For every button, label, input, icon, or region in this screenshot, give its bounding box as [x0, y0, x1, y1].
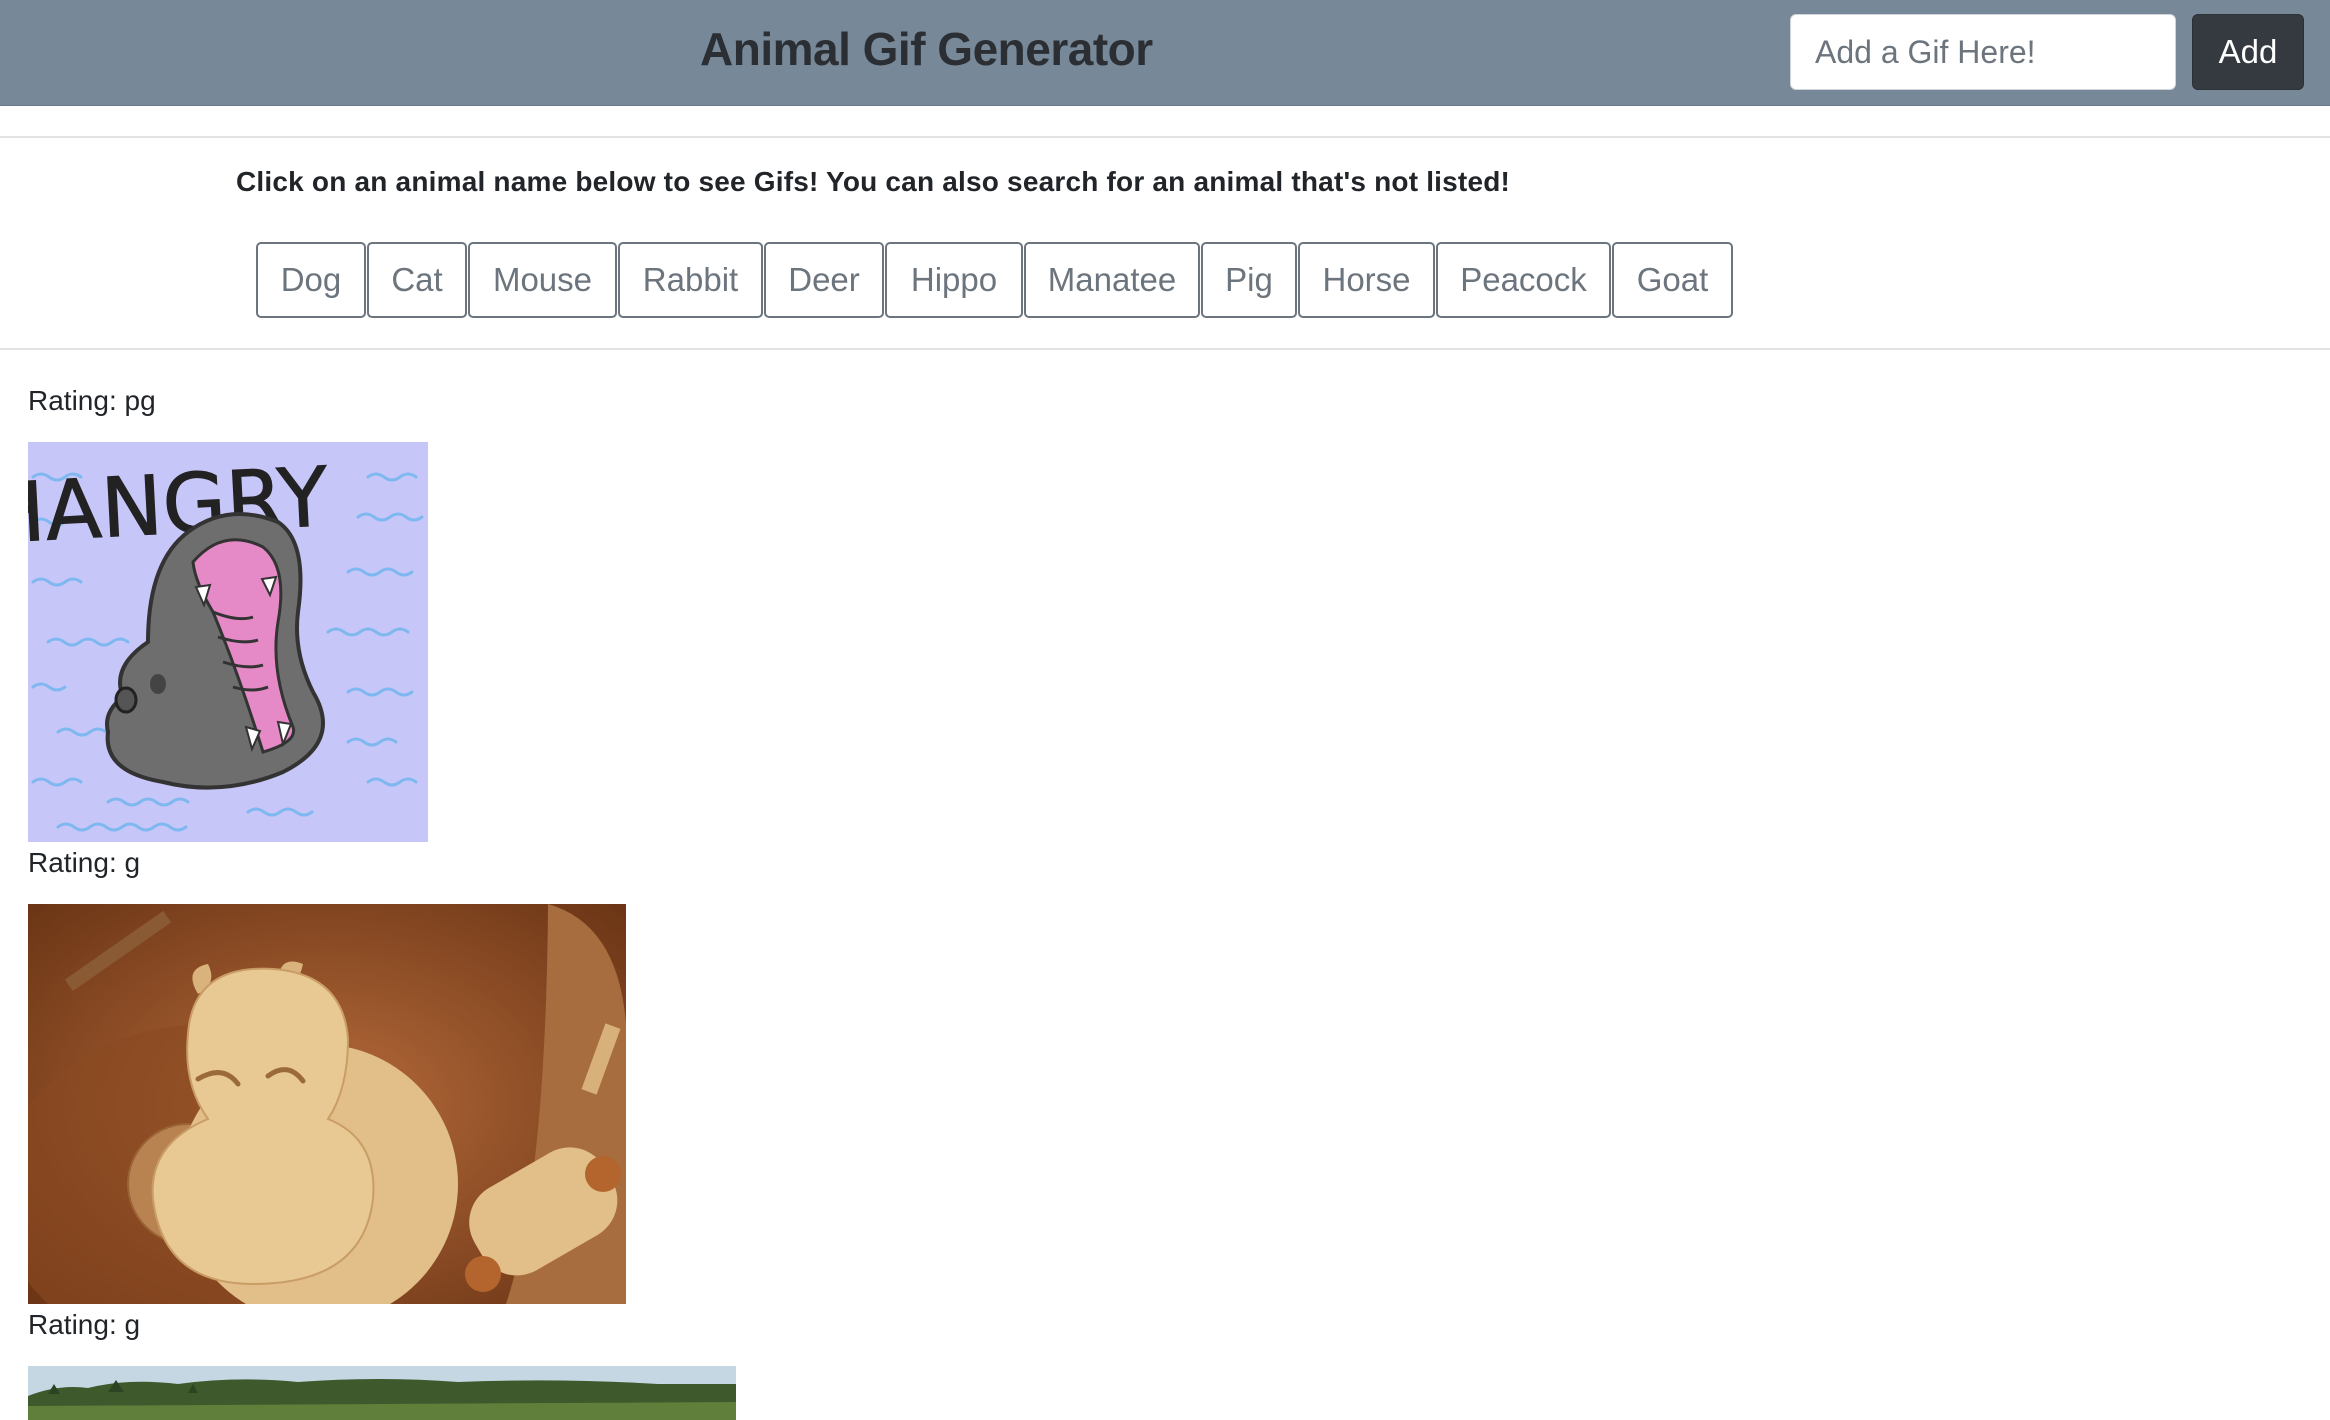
instructions-text: Click on an animal name below to see Gif…	[236, 166, 1511, 197]
app-title: Animal Gif Generator	[700, 23, 1153, 75]
divider-top	[0, 136, 2330, 138]
animal-button-row: Dog Cat Mouse Rabbit Deer Hippo Manatee …	[256, 242, 1734, 318]
animal-button-hippo[interactable]: Hippo	[885, 242, 1023, 318]
animal-button-mouse[interactable]: Mouse	[468, 242, 617, 318]
animal-button-deer[interactable]: Deer	[764, 242, 884, 318]
hippo-hangry-gif[interactable]: HANGRY	[28, 442, 428, 842]
divider-bottom	[0, 348, 2330, 350]
animal-button-pig[interactable]: Pig	[1201, 242, 1297, 318]
animal-button-rabbit[interactable]: Rabbit	[618, 242, 763, 318]
gif-rating: Rating: pg	[28, 385, 156, 416]
add-button[interactable]: Add	[2192, 14, 2304, 90]
savanna-gif[interactable]	[28, 1366, 736, 1420]
animal-button-goat[interactable]: Goat	[1612, 242, 1733, 318]
wooden-hippo-gif[interactable]	[28, 904, 626, 1304]
gif-rating: Rating: g	[28, 847, 141, 878]
navbar: Animal Gif Generator Add	[0, 0, 2330, 106]
animal-button-peacock[interactable]: Peacock	[1436, 242, 1611, 318]
gif-rating: Rating: g	[28, 1309, 141, 1340]
animal-button-dog[interactable]: Dog	[256, 242, 366, 318]
animal-button-cat[interactable]: Cat	[367, 242, 467, 318]
animal-button-manatee[interactable]: Manatee	[1024, 242, 1200, 318]
add-gif-input[interactable]	[1790, 14, 2176, 90]
animal-button-horse[interactable]: Horse	[1298, 242, 1435, 318]
